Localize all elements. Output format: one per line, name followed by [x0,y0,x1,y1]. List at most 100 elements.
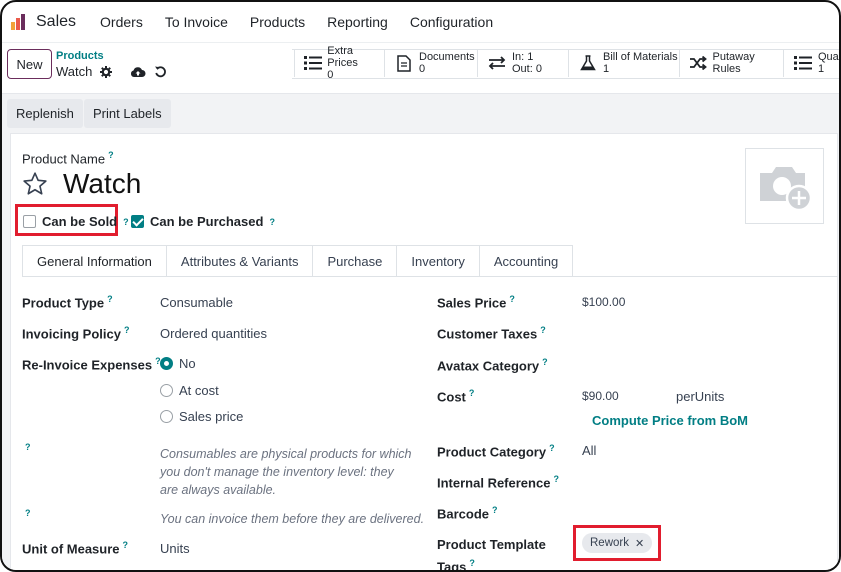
uom-field[interactable]: Units [160,541,190,556]
help-tooltip-icon[interactable]: ? [123,217,129,227]
new-button[interactable]: New [7,49,52,79]
control-panel: New Products Watch Extra Prices 0 Docume… [2,42,839,92]
extra-prices-label: Extra Prices [327,45,358,69]
nav-reporting[interactable]: Reporting [327,14,388,30]
product-template-tags-label-line2: Tags [437,559,467,572]
in-out-value: Out: 0 [512,63,542,75]
radio-unselected[interactable] [160,410,173,423]
cost-unit: perUnits [676,389,725,404]
barcode-field[interactable] [582,504,822,522]
bom-label: Bill of Materials [603,51,678,63]
discard-icon[interactable] [154,65,167,78]
flask-icon [577,55,599,71]
help-tooltip-icon[interactable]: ? [269,217,275,227]
cloud-upload-icon[interactable] [130,66,146,78]
quality-value: 1 [818,63,825,75]
cost-field[interactable]: $90.00 [582,389,619,403]
breadcrumb-current: Watch [56,64,93,79]
help-tooltip-icon[interactable]: ? [542,357,548,367]
internal-reference-field[interactable] [582,473,822,491]
help-tooltip-icon[interactable]: ? [107,294,113,304]
radio-selected[interactable] [160,357,173,370]
nav-configuration[interactable]: Configuration [410,14,493,30]
replenish-button[interactable]: Replenish [7,99,83,128]
help-tooltip-icon[interactable]: ? [123,540,129,550]
help-tooltip-icon[interactable]: ? [25,508,31,518]
reinvoice-option-no[interactable]: No [160,356,196,371]
can-be-purchased-checkbox[interactable] [131,215,144,228]
tag-label: Rework [590,537,629,549]
compute-price-from-bom-button[interactable]: Compute Price from BoM [592,413,748,428]
can-be-sold-field[interactable]: Can be Sold? [23,214,129,229]
tab-purchase[interactable]: Purchase [313,245,398,277]
product-name-label: Product Name [22,151,106,167]
help-tooltip-icon[interactable]: ? [509,294,515,304]
bom-value: 1 [603,63,610,75]
help-tooltip-icon[interactable]: ? [124,325,130,335]
reinvoice-option-sales-price[interactable]: Sales price [160,409,243,424]
tab-general-information[interactable]: General Information [22,245,167,277]
star-icon[interactable] [22,171,48,197]
internal-reference-label: Internal Reference [437,475,551,491]
invoicing-policy-field[interactable]: Ordered quantities [160,326,267,341]
nav-products[interactable]: Products [250,14,305,30]
barcode-label: Barcode [437,506,490,522]
product-type-field[interactable]: Consumable [160,295,233,310]
avatax-category-field[interactable] [582,356,822,374]
app-name: Sales [36,13,77,30]
breadcrumb-parent[interactable]: Products [56,50,104,62]
sales-app-icon [10,13,28,31]
product-image[interactable] [745,148,824,224]
consumable-help-text: Consumables are physical products for wh… [160,447,412,497]
quality-button[interactable]: Quali1 [783,49,839,77]
reinvoice-option-at-cost[interactable]: At cost [160,383,219,398]
can-be-purchased-field[interactable]: Can be Purchased? [131,214,275,229]
gear-icon[interactable] [100,65,113,78]
tab-inventory[interactable]: Inventory [397,245,480,277]
can-be-sold-checkbox[interactable] [23,215,36,228]
reinvoice-option-label: No [179,356,196,371]
radio-unselected[interactable] [160,384,173,397]
tag-remove-icon[interactable]: ✕ [635,537,644,550]
sales-price-label: Sales Price [437,295,507,311]
extra-prices-value: 0 [327,69,334,81]
help-tooltip-icon[interactable]: ? [553,474,559,484]
sales-price-field[interactable]: $100.00 [582,295,625,309]
help-tooltip-icon[interactable]: ? [25,442,31,452]
avatax-category-label: Avatax Category [437,358,540,374]
tab-divider [22,276,838,277]
list-icon [303,56,323,70]
reinvoice-option-label: At cost [179,383,219,398]
customer-taxes-label: Customer Taxes [437,326,538,342]
transfer-arrows-icon [486,56,508,70]
product-category-field[interactable]: All [582,443,596,458]
reinvoice-label: Re-Invoice Expenses [22,357,153,373]
tab-accounting[interactable]: Accounting [479,245,574,277]
putaway-rules-button[interactable]: Putaway Rules [679,49,781,77]
nav-to-invoice[interactable]: To Invoice [165,14,228,30]
nav-orders[interactable]: Orders [100,14,143,30]
customer-taxes-field[interactable] [582,324,822,342]
can-be-purchased-label: Can be Purchased [150,214,264,229]
help-tooltip-icon[interactable]: ? [549,443,555,453]
extra-prices-button[interactable]: Extra Prices 0 [294,45,382,81]
product-name-label-row: Product Name? [22,150,114,166]
tab-attributes-variants[interactable]: Attributes & Variants [166,245,314,277]
product-type-label: Product Type [22,295,105,311]
help-tooltip-icon[interactable]: ? [540,325,546,335]
in-out-button[interactable]: In: 1 Out: 0 [477,49,567,77]
product-tags-field[interactable]: Rework ✕ [582,533,653,553]
help-tooltip-icon[interactable]: ? [469,558,475,568]
product-category-label: Product Category [437,444,547,460]
bill-of-materials-button[interactable]: Bill of Materials 1 [568,49,678,77]
help-tooltip-icon[interactable]: ? [492,505,498,515]
help-tooltip-icon[interactable]: ? [108,150,114,160]
top-navbar: Sales Orders To Invoice Products Reporti… [2,2,839,42]
app-brand[interactable]: Sales [10,13,76,31]
list-icon [792,56,814,70]
documents-value: 0 [419,63,426,75]
help-tooltip-icon[interactable]: ? [469,388,475,398]
print-labels-button[interactable]: Print Labels [84,99,171,128]
documents-button[interactable]: Documents 0 [384,49,476,77]
product-name-field[interactable]: Watch [63,168,141,200]
